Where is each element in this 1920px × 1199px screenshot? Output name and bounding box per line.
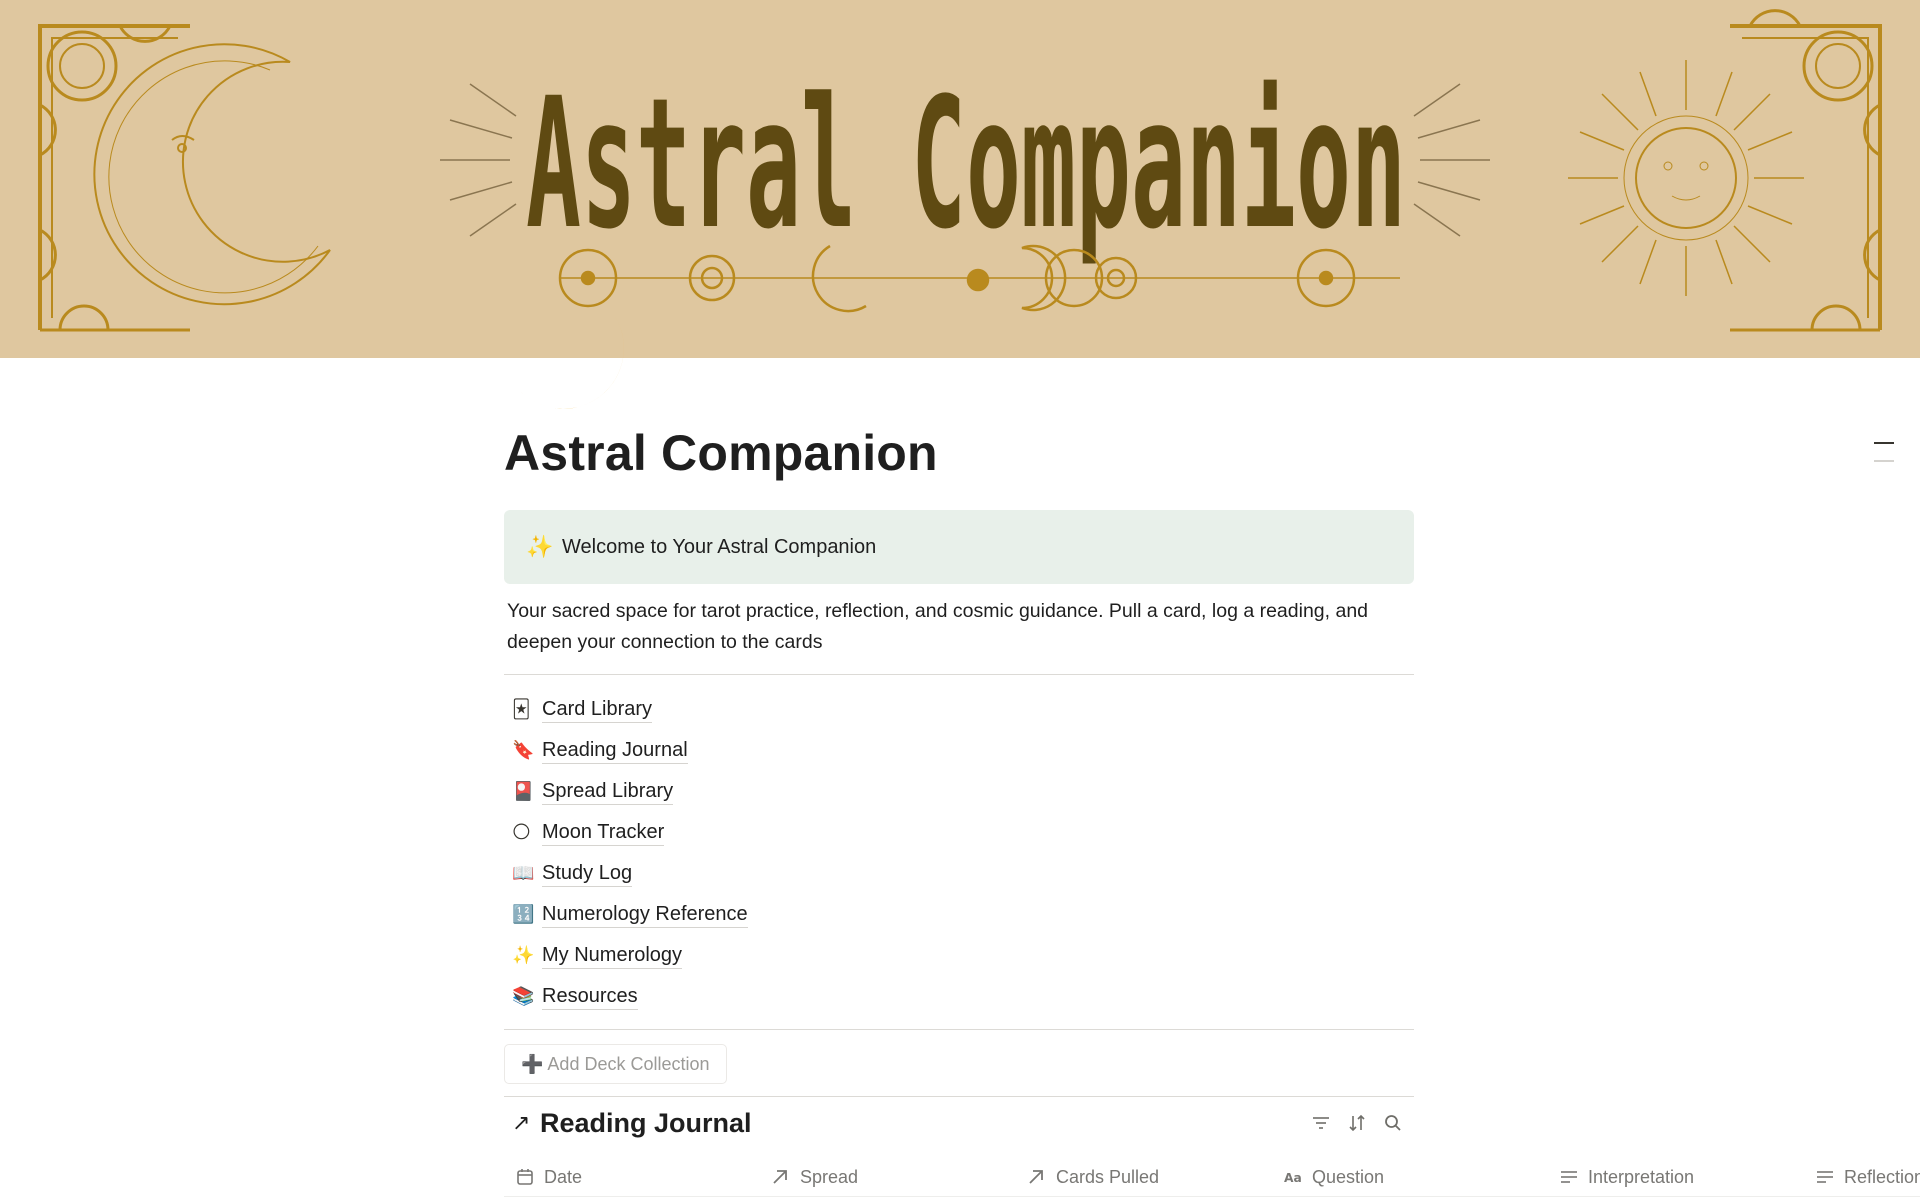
joker-card-icon: 🃏 xyxy=(512,699,531,719)
crescent-moon-icon[interactable] xyxy=(500,293,630,423)
cover-title-text: Astral Companion xyxy=(526,60,1406,269)
page-link-label[interactable]: Reading Journal xyxy=(542,737,688,764)
sun-illustration xyxy=(1568,60,1804,296)
column-header-interpretation[interactable]: Interpretation xyxy=(1548,1167,1804,1188)
column-header-divider xyxy=(504,1196,1920,1197)
page-link-label[interactable]: Resources xyxy=(542,983,638,1010)
left-corner-ornament xyxy=(38,24,190,332)
page-link-study-log[interactable]: 📖 Study Log xyxy=(504,853,1414,894)
books-icon: 📚 xyxy=(512,986,535,1006)
column-label: Date xyxy=(544,1166,583,1187)
add-deck-collection-button[interactable]: ➕ Add Deck Collection xyxy=(504,1044,727,1084)
column-header-reflection[interactable]: Reflection xyxy=(1804,1167,1920,1188)
page-link-my-numerology[interactable]: ✨ My Numerology xyxy=(504,935,1414,976)
column-header-question[interactable]: Aa Question xyxy=(1272,1167,1548,1188)
right-corner-ornament xyxy=(1730,9,1882,332)
numbers-icon: 🔢 xyxy=(512,904,535,924)
bookmark-icon: 🔖 xyxy=(512,740,535,760)
sparkles-icon: ✨ xyxy=(526,534,554,559)
reading-journal-database-header: ↗ Reading Journal xyxy=(504,1100,1414,1146)
open-book-icon: 📖 xyxy=(512,863,535,883)
title-text-icon: Aa xyxy=(1272,1169,1302,1185)
page-link-numerology-reference[interactable]: 🔢 Numerology Reference xyxy=(504,894,1414,935)
divider xyxy=(504,1029,1414,1030)
relation-arrow-icon xyxy=(1016,1169,1046,1185)
flower-cards-icon: 🎴 xyxy=(512,781,535,801)
divider xyxy=(504,1096,1414,1097)
page-title: Astral Companion xyxy=(504,425,938,481)
page-content: ✨ Welcome to Your Astral Companion Your … xyxy=(504,510,1414,1097)
database-toolbar xyxy=(1310,1112,1414,1134)
svg-text:Aa: Aa xyxy=(1284,1171,1302,1185)
page-link-label[interactable]: Numerology Reference xyxy=(542,901,748,928)
sort-icon[interactable] xyxy=(1346,1112,1368,1134)
crescent-moon-illustration xyxy=(93,43,331,306)
page-link-label[interactable]: Moon Tracker xyxy=(542,819,665,846)
add-deck-collection-label: Add Deck Collection xyxy=(547,1053,710,1074)
cover-artwork: Astral Companion xyxy=(38,9,1882,332)
welcome-callout: ✨ Welcome to Your Astral Companion xyxy=(504,510,1414,584)
linked-database-arrow-icon: ↗ xyxy=(512,1110,531,1135)
page-link-spread-library[interactable]: 🎴 Spread Library xyxy=(504,771,1414,812)
text-lines-icon xyxy=(1548,1170,1578,1184)
calendar-icon xyxy=(504,1168,534,1186)
table-of-contents-toggle[interactable] xyxy=(1872,440,1896,470)
page-link-label[interactable]: Card Library xyxy=(542,696,653,723)
page-link-card-library[interactable]: 🃏 Card Library xyxy=(504,689,1414,730)
callout-text: Welcome to Your Astral Companion xyxy=(562,535,877,558)
page-link-resources[interactable]: 📚 Resources xyxy=(504,976,1414,1017)
full-moon-icon: 🌕 xyxy=(512,822,531,842)
page-link-reading-journal[interactable]: 🔖 Reading Journal xyxy=(504,730,1414,771)
column-label: Spread xyxy=(800,1166,859,1187)
page-link-label[interactable]: Study Log xyxy=(542,860,633,887)
page-link-label[interactable]: Spread Library xyxy=(542,778,674,805)
column-header-cards-pulled[interactable]: Cards Pulled xyxy=(1016,1167,1272,1188)
sparkles-icon: ✨ xyxy=(512,945,535,965)
divider xyxy=(504,674,1414,675)
column-header-date[interactable]: Date xyxy=(504,1167,760,1188)
page-link-moon-tracker[interactable]: 🌕 Moon Tracker xyxy=(504,812,1414,853)
database-column-headers: Date Spread Cards Pulled Aa Question Int… xyxy=(504,1160,1920,1194)
column-label: Question xyxy=(1312,1166,1385,1187)
database-title[interactable]: Reading Journal xyxy=(540,1108,752,1139)
column-label: Reflection xyxy=(1844,1166,1920,1187)
intro-paragraph: Your sacred space for tarot practice, re… xyxy=(507,600,1369,653)
filter-icon[interactable] xyxy=(1310,1112,1332,1134)
column-header-spread[interactable]: Spread xyxy=(760,1167,1016,1188)
page-links-list: 🃏 Card Library 🔖 Reading Journal 🎴 Sprea… xyxy=(504,689,1414,1017)
cover-banner: Astral Companion xyxy=(0,0,1920,358)
text-lines-icon xyxy=(1804,1170,1834,1184)
search-icon[interactable] xyxy=(1382,1112,1404,1134)
column-label: Interpretation xyxy=(1588,1166,1695,1187)
plus-icon: ➕ xyxy=(521,1053,544,1074)
column-label: Cards Pulled xyxy=(1056,1166,1160,1187)
page-link-label[interactable]: My Numerology xyxy=(542,942,683,969)
relation-arrow-icon xyxy=(760,1169,790,1185)
